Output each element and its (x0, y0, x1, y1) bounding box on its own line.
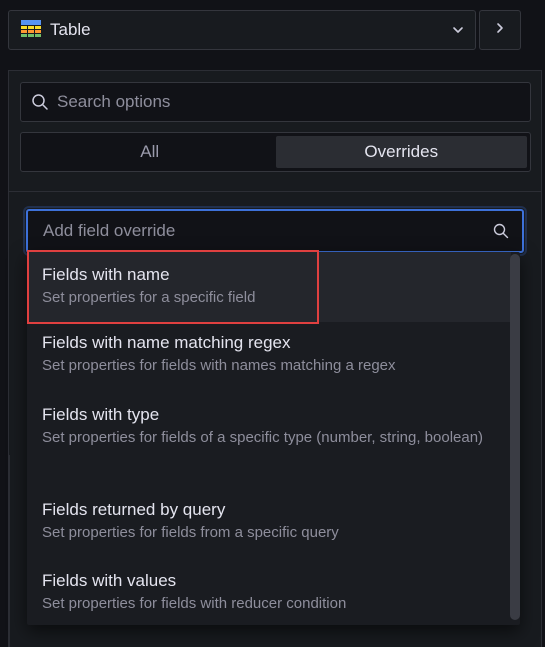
collapse-options-button[interactable] (479, 10, 521, 50)
option-title: Fields with name (42, 265, 170, 284)
panel-edge (8, 455, 10, 647)
search-options (20, 82, 531, 122)
option-title: Fields returned by query (42, 500, 226, 519)
chevron-right-icon (491, 19, 509, 42)
table-icon (21, 20, 41, 40)
option-description: Set properties for a specific field (42, 289, 256, 306)
option-description: Set properties for fields of a specific … (42, 429, 484, 446)
add-field-override-combobox[interactable] (26, 209, 524, 253)
visualization-name: Table (50, 20, 91, 39)
option-fields-with-name[interactable]: Fields with name Set properties for a sp… (27, 252, 511, 322)
add-field-override-input[interactable] (43, 221, 483, 241)
panel-editor: Table All Overrides (0, 0, 545, 647)
search-options-input[interactable] (57, 92, 497, 112)
options-filter-tabs: All Overrides (20, 132, 531, 172)
option-title: Fields with values (42, 571, 177, 590)
search-icon (492, 222, 510, 240)
tab-all[interactable]: All (24, 136, 276, 168)
option-description: Set properties for fields from a specifi… (42, 524, 339, 541)
menu-scrollbar[interactable] (510, 254, 520, 620)
option-fields-with-type[interactable]: Fields with type Set properties for fiel… (27, 404, 511, 484)
override-options-menu: Fields with name Set properties for a sp… (27, 252, 520, 625)
tab-overrides[interactable]: Overrides (275, 136, 527, 168)
divider (9, 191, 541, 192)
option-fields-returned-by-query[interactable]: Fields returned by query Set properties … (27, 499, 511, 549)
option-description: Set properties for fields with names mat… (42, 357, 396, 374)
option-title: Fields with name matching regex (42, 333, 291, 352)
option-description: Set properties for fields with reducer c… (42, 595, 347, 612)
search-icon (31, 93, 49, 111)
chevron-down-icon (449, 21, 467, 39)
option-title: Fields with type (42, 405, 160, 424)
option-fields-with-name-matching-regex[interactable]: Fields with name matching regex Set prop… (27, 332, 511, 392)
visualization-picker[interactable]: Table (8, 10, 476, 50)
option-fields-with-values[interactable]: Fields with values Set properties for fi… (27, 570, 511, 620)
